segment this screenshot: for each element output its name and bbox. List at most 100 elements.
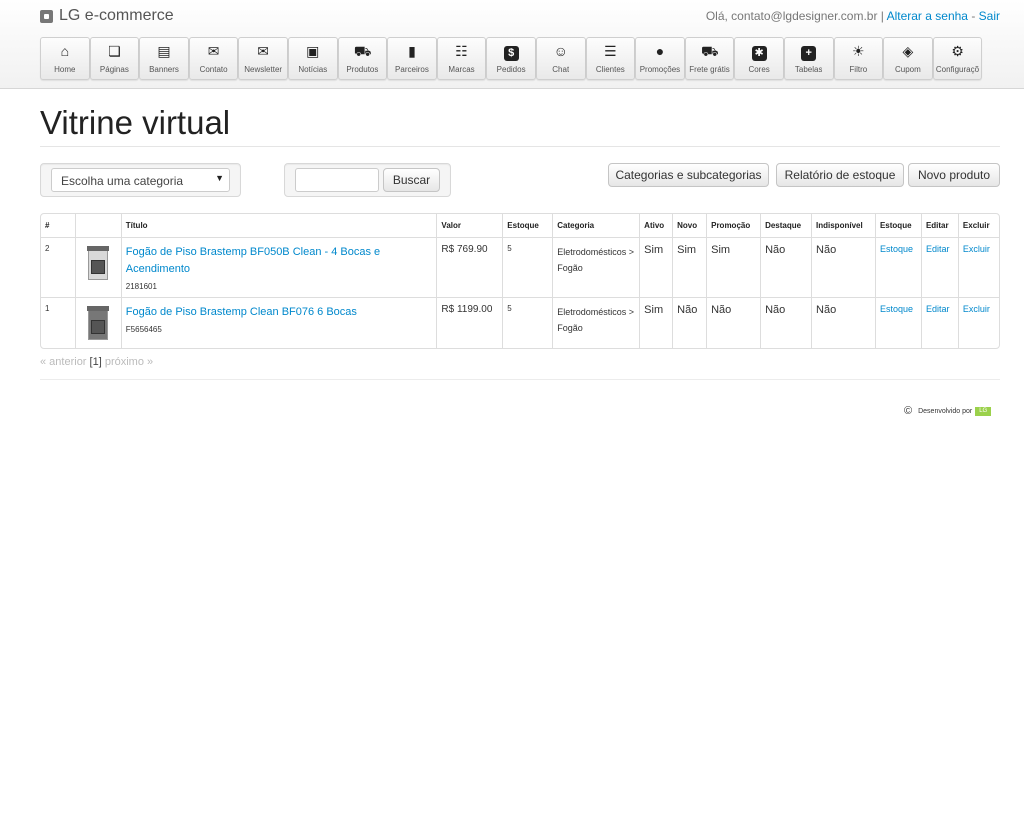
product-featured: Não [760,237,812,297]
category-select[interactable]: Escolha uma categoria ▼ [51,168,230,192]
money-bag-icon: ● [655,43,665,59]
product-title-cell: Fogão de Piso Brastemp Clean BF076 6 Boc… [120,297,437,348]
product-title-link[interactable]: Fogão de Piso Brastemp BF050B Clean - 4 … [126,244,433,278]
col-featured: Destaque [760,214,811,237]
sitemap-icon: ☷ [455,43,468,59]
separator: - [971,9,976,23]
plus-box-icon: + [801,46,817,61]
prev-page-link[interactable]: « anterior [40,356,86,368]
logout-link[interactable]: Sair [979,9,1000,23]
footer: © Desenvolvido por LG [904,405,992,417]
product-stock: 5 [502,297,553,348]
nav-brands[interactable]: ☷ Marcas [436,37,487,80]
product-thumbnail[interactable] [74,237,121,297]
divider [40,146,1000,147]
nav-products[interactable]: ⛟ Produtos [337,37,388,80]
product-new: Sim [672,237,707,297]
col-title: Título [120,214,437,237]
nav-newsletter[interactable]: ✉ Newsletter [238,37,288,80]
dollar-icon: $ [503,46,519,61]
cart-icon: ⛟ [353,43,372,59]
tag-icon: ◈ [902,43,914,59]
edit-link[interactable]: Editar [926,304,950,314]
palette-icon: ✱ [751,46,767,61]
product-promo: Não [706,297,761,348]
col-promo: Promoção [706,214,760,237]
product-promo: Sim [706,237,761,297]
category-filter-well: Escolha uma categoria ▼ [40,163,241,197]
nav-colors[interactable]: ✱ Cores [734,37,784,80]
nav-pages[interactable]: ❏ Páginas [89,37,140,80]
search-button[interactable]: Buscar [383,168,440,192]
divider [40,379,1000,380]
brand[interactable]: LG e-commerce [40,7,174,25]
chat-icon: ☺ [553,43,568,59]
product-code: 2181601 [125,282,157,291]
caret-down-icon: ▼ [215,173,224,183]
nav-free-shipping[interactable]: ⛟ Frete grátis [684,37,735,80]
nav-coupon[interactable]: ◈ Cupom [883,37,933,80]
col-active: Ativo [639,214,672,237]
col-image [74,214,121,237]
product-code: F5656465 [125,325,162,334]
chart-icon: ▮ [408,43,416,59]
product-thumbnail[interactable] [74,297,121,348]
banner-icon: ▤ [157,43,171,59]
product-featured: Não [760,297,812,348]
edit-link[interactable]: Editar [926,244,950,254]
col-category: Categoria [552,214,639,237]
greeting: Olá, contato@lgdesigner.com.br | [705,9,884,23]
nav-promotions[interactable]: ● Promoções [635,37,685,80]
col-edit: Editar [920,214,958,237]
page-title: Vitrine virtual [40,104,231,141]
developer-logo[interactable]: LG [975,406,992,416]
search-input[interactable] [295,168,379,192]
product-active: Sim [639,297,673,348]
delete-link[interactable]: Excluir [963,244,990,254]
brand-name: LG e-commerce [59,7,174,24]
search-well: Buscar [284,163,451,197]
row-id: 1 [41,297,75,348]
nav-orders[interactable]: $ Pedidos [486,37,536,80]
nav-clients[interactable]: ☰ Clientes [585,37,636,80]
gear-icon: ⚙ [951,43,964,59]
change-password-link[interactable]: Alterar a senha [887,9,968,23]
stock-link[interactable]: Estoque [880,244,913,254]
pages-icon: ❏ [108,43,121,59]
table-row: 2 Fogão de Piso Brastemp BF050B Clean - … [41,237,999,297]
stock-report-button[interactable]: Relatório de estoque [776,163,904,187]
nav-tables[interactable]: + Tabelas [783,37,834,80]
nav-home[interactable]: ⌂ Home [40,37,90,80]
product-unavailable: Não [811,237,875,297]
product-value: R$ 769.90 [436,237,503,297]
nav-partners[interactable]: ▮ Parceiros [387,37,437,80]
col-stock-action: Estoque [874,214,921,237]
products-table: # Título Valor Estoque Categoria Ativo N… [40,213,1000,349]
main-nav: ⌂ Home ❏ Páginas ▤ Banners ✉ Contato ✉ Newsle… [40,37,983,80]
lock-icon [40,9,53,23]
nav-settings[interactable]: ⚙ Configuraçõ [932,37,983,80]
nav-banners[interactable]: ▤ Banners [139,37,189,80]
product-stock: 5 [502,237,553,297]
stock-link[interactable]: Estoque [880,304,913,314]
footer-credit: Desenvolvido por [918,407,973,415]
next-page-link[interactable]: próximo » [105,356,153,368]
nav-filter[interactable]: ☀ Filtro [833,37,884,80]
product-title-link[interactable]: Fogão de Piso Brastemp Clean BF076 6 Boc… [126,304,433,321]
sun-icon: ☀ [852,43,865,59]
categories-button[interactable]: Categorias e subcategorias [608,163,769,187]
product-new: Não [672,297,707,348]
col-value: Valor [436,214,502,237]
product-unavailable: Não [811,297,875,348]
stove-image [87,246,110,282]
product-value: R$ 1199.00 [436,297,503,348]
home-icon: ⌂ [60,43,70,59]
delete-link[interactable]: Excluir [963,304,990,314]
col-stock: Estoque [502,214,552,237]
nav-contact[interactable]: ✉ Contato [188,37,239,80]
new-product-button[interactable]: Novo produto [908,163,1000,187]
mail-icon: ✉ [207,43,220,59]
cart-icon: ⛟ [701,43,719,59]
nav-chat[interactable]: ☺ Chat [535,37,586,80]
nav-news[interactable]: ▣ Notícias [287,37,338,80]
